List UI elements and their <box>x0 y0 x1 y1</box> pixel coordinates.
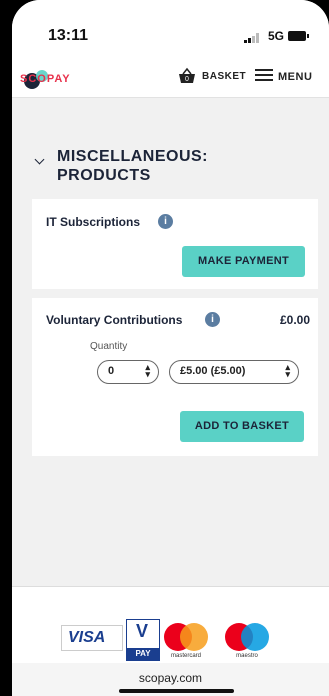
home-indicator[interactable] <box>119 689 234 693</box>
section-title-line2: PRODUCTS <box>57 167 151 184</box>
quantity-value: 0 <box>108 365 115 377</box>
product-label: Voluntary Contributions <box>46 313 183 327</box>
select-arrows-icon: ▴ ▾ <box>145 362 150 379</box>
info-icon[interactable]: i <box>158 214 173 229</box>
menu-label[interactable]: MENU <box>278 71 312 83</box>
product-card-voluntary-contributions: Voluntary Contributions i £0.00 Quantity… <box>32 298 318 456</box>
quantity-label: Quantity <box>90 341 128 352</box>
main-content: MISCELLANEOUS: PRODUCTS IT Subscriptions… <box>12 98 329 586</box>
mastercard-label: mastercard <box>170 653 201 659</box>
battery-icon <box>288 31 309 41</box>
quantity-select[interactable]: 0 ▴ ▾ <box>97 360 159 384</box>
menu-icon[interactable] <box>255 69 273 81</box>
network-type: 5G <box>268 29 285 43</box>
add-to-basket-button[interactable]: ADD TO BASKET <box>180 411 304 442</box>
maestro-logo: maestro <box>223 621 271 659</box>
mastercard-logo: mastercard <box>162 621 210 659</box>
make-payment-button[interactable]: MAKE PAYMENT <box>182 246 305 277</box>
signal-icon <box>244 33 259 43</box>
status-bar: 13:11 5G <box>12 0 329 55</box>
vpay-pay: PAY <box>127 648 159 660</box>
visa-text: VISA <box>68 629 106 646</box>
status-time: 13:11 <box>48 27 89 44</box>
info-icon[interactable]: i <box>205 312 220 327</box>
product-price: £0.00 <box>279 313 310 327</box>
product-label: IT Subscriptions <box>46 215 141 229</box>
basket-count: 0 <box>185 76 189 83</box>
site-header: SCOPAY 0 BASKET MENU <box>12 55 329 98</box>
basket-button[interactable]: 0 <box>177 66 197 86</box>
vpay-logo: V PAY <box>126 619 160 661</box>
payment-footer: VISA V PAY mastercard maestro scopay.com <box>12 586 329 696</box>
phone-screen: 13:11 5G SCOPAY 0 BASKET MENU MISCELLANE… <box>12 0 329 696</box>
logo-text: SCOPAY <box>20 73 71 85</box>
chevron-down-icon[interactable] <box>34 154 45 165</box>
basket-label[interactable]: BASKET <box>202 71 246 82</box>
scopay-logo[interactable]: SCOPAY <box>20 67 90 91</box>
url-text[interactable]: scopay.com <box>12 671 329 685</box>
maestro-label: maestro <box>236 653 258 659</box>
section-title[interactable]: MISCELLANEOUS: PRODUCTS <box>57 147 208 185</box>
amount-value: £5.00 (£5.00) <box>180 365 246 377</box>
product-card-it-subscriptions: IT Subscriptions i MAKE PAYMENT <box>32 199 318 289</box>
vpay-v: V <box>136 621 149 641</box>
section-title-line1: MISCELLANEOUS: <box>57 148 208 165</box>
amount-select[interactable]: £5.00 (£5.00) ▴ ▾ <box>169 360 299 384</box>
basket-icon: 0 <box>179 67 195 83</box>
visa-logo: VISA <box>61 625 123 651</box>
select-arrows-icon: ▴ ▾ <box>285 362 290 379</box>
